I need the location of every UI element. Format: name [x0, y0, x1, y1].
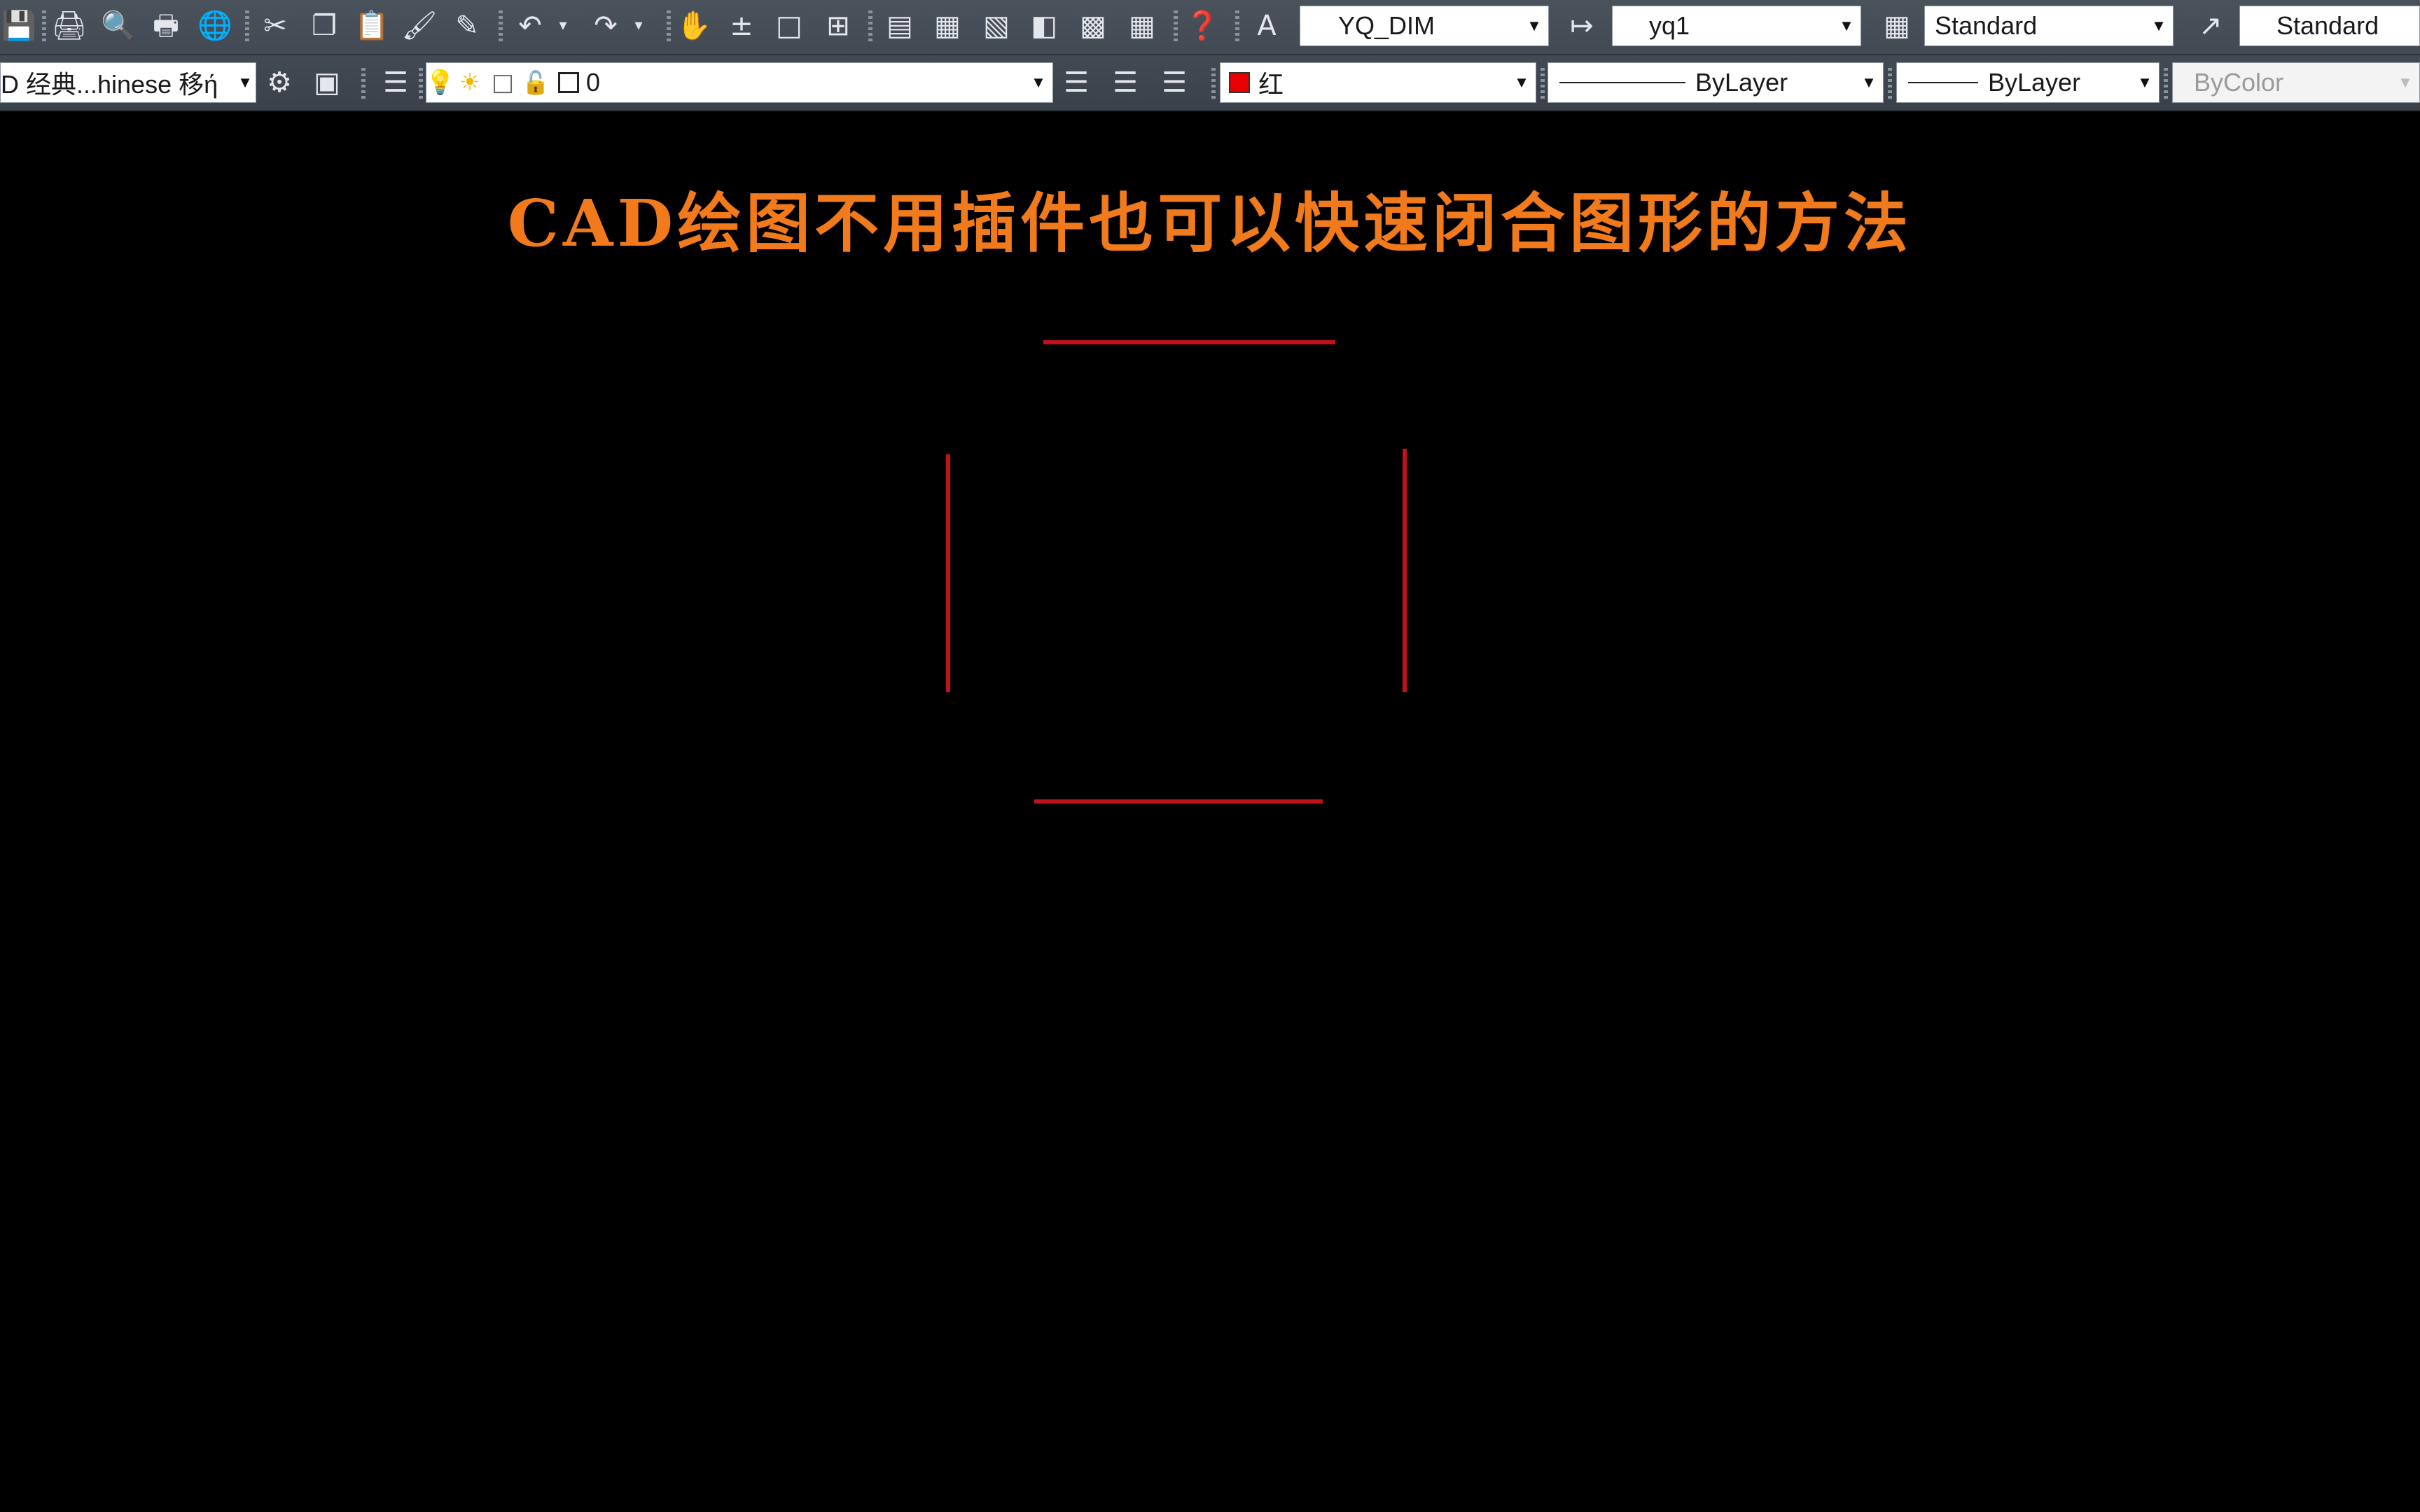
- lineweight-value: ByLayer: [1988, 68, 2081, 97]
- table-style-value: Standard: [1935, 11, 2038, 40]
- lock-icon[interactable]: 🔓: [520, 69, 551, 97]
- sun-icon[interactable]: ☀: [454, 69, 485, 97]
- workspace-cut-glyph: ή: [204, 70, 218, 99]
- plotstyle-dropdown: ByColor ▼: [2172, 62, 2420, 103]
- redo-dropdown-icon[interactable]: ▾: [629, 7, 648, 45]
- chevron-down-icon[interactable]: ▼: [1024, 63, 1052, 102]
- toolbar-grip[interactable]: [1235, 10, 1239, 43]
- chevron-down-icon[interactable]: ▼: [235, 63, 256, 102]
- text-style-dropdown[interactable]: YQ_DIM ▼: [1300, 6, 1549, 46]
- cut-icon[interactable]: ✂: [256, 7, 294, 45]
- customize-icon[interactable]: ▣: [308, 64, 346, 102]
- chevron-down-icon[interactable]: ▼: [2145, 6, 2173, 46]
- toolbar-grip[interactable]: [419, 68, 423, 100]
- chevron-down-icon[interactable]: ▼: [1520, 6, 1548, 46]
- dim-style-value: yq1: [1649, 11, 1690, 40]
- freeze-viewport-icon[interactable]: □: [485, 69, 520, 97]
- toolbar-separator: [2164, 68, 2168, 100]
- dim-style-icon[interactable]: ↦: [1563, 7, 1601, 45]
- lineweight-dropdown[interactable]: ByLayer ▼: [1896, 62, 2160, 103]
- toolbar-separator: [245, 10, 249, 43]
- workspace-settings-icon[interactable]: ⚙: [260, 64, 298, 102]
- drawing-canvas[interactable]: CAD绘图不用插件也可以快速闭合图形的方法: [0, 111, 2420, 1512]
- layer-properties-icon[interactable]: ☰: [377, 64, 415, 102]
- toolbar-grip[interactable]: [42, 10, 46, 43]
- linetype-dropdown[interactable]: ByLayer ▼: [1548, 62, 1884, 103]
- linetype-preview: [1559, 82, 1685, 83]
- pan-icon[interactable]: ✋: [675, 7, 713, 45]
- multileader-style-dropdown[interactable]: Standard: [2239, 6, 2420, 46]
- drawing-lines[interactable]: [0, 111, 2420, 1512]
- plotstyle-value: ByColor: [2194, 68, 2284, 97]
- text-style-value: YQ_DIM: [1338, 11, 1435, 40]
- block-editor-icon[interactable]: ✎: [448, 7, 486, 45]
- multileader-style-value: Standard: [2276, 11, 2379, 40]
- layer-color-swatch: [558, 72, 579, 93]
- table-style-dropdown[interactable]: Standard ▼: [1924, 6, 2174, 46]
- zoom-realtime-icon[interactable]: ±: [723, 7, 760, 45]
- linetype-value: ByLayer: [1695, 68, 1788, 97]
- save-icon[interactable]: 💾: [0, 7, 38, 45]
- zoom-previous-icon[interactable]: ⊞: [819, 7, 857, 45]
- print-preview-icon[interactable]: 🔍: [99, 7, 137, 45]
- layer-states-icon[interactable]: ☰: [1155, 64, 1193, 102]
- layers-properties-toolbar: D 经典...hinese 移ή ▼ ⚙ ▣ ☰ 💡 ☀ □ 🔓 0 ▼ ☰ ☰…: [0, 55, 2420, 110]
- multileader-style-icon[interactable]: ↗: [2192, 7, 2230, 45]
- copy-icon[interactable]: ❐: [305, 7, 343, 45]
- chevron-down-icon[interactable]: ▼: [1508, 63, 1536, 102]
- undo-dropdown-icon[interactable]: ▾: [553, 7, 573, 45]
- chevron-down-icon[interactable]: ▼: [1833, 6, 1861, 46]
- paste-icon[interactable]: 📋: [353, 7, 391, 45]
- match-properties-icon[interactable]: 🖌: [401, 7, 438, 45]
- layer-dropdown[interactable]: 💡 ☀ □ 🔓 0 ▼: [426, 62, 1053, 103]
- sheet-set-icon[interactable]: ◧: [1025, 7, 1063, 45]
- zoom-window-icon[interactable]: □: [770, 7, 808, 45]
- lineweight-preview: [1908, 82, 1978, 83]
- plot-icon[interactable]: 🖶: [147, 7, 185, 45]
- print-icon[interactable]: 🖨: [50, 7, 88, 45]
- toolbar-grip[interactable]: [361, 68, 366, 100]
- layer-previous-icon[interactable]: ☰: [1106, 64, 1144, 102]
- help-icon[interactable]: ❓: [1183, 7, 1221, 45]
- light-bulb-icon[interactable]: 💡: [426, 69, 455, 97]
- table-style-icon[interactable]: ▦: [1878, 7, 1916, 45]
- color-dropdown[interactable]: 红 ▼: [1220, 62, 1536, 103]
- workspace-dropdown[interactable]: D 经典...hinese 移ή ▼: [0, 62, 256, 103]
- toolbar-separator: [868, 10, 872, 43]
- text-style-icon[interactable]: A: [1248, 7, 1286, 45]
- color-swatch: [1229, 72, 1250, 93]
- color-value: 红: [1258, 70, 1284, 99]
- workspace-value: D 经典...hinese 移ή: [1, 64, 235, 101]
- chevron-down-icon: ▼: [2398, 74, 2413, 91]
- toolbar-area: 💾 🖨 🔍 🖶 🌐 ✂ ❐ 📋 🖌 ✎ ↶ ▾ ↷ ▾ ✋ ± □ ⊞ ▤ ▦ …: [0, 0, 2420, 111]
- undo-icon[interactable]: ↶: [511, 7, 549, 45]
- toolbar-separator: [667, 10, 671, 43]
- toolbar-grip[interactable]: [1211, 68, 1216, 100]
- quickcalc-icon[interactable]: ▦: [1123, 7, 1161, 45]
- toolbar-separator: [1888, 68, 1892, 100]
- toolbar-separator: [1541, 68, 1545, 100]
- redo-icon[interactable]: ↷: [587, 7, 625, 45]
- dim-style-dropdown[interactable]: yq1 ▼: [1612, 6, 1861, 46]
- markup-icon[interactable]: ▩: [1074, 7, 1112, 45]
- properties-icon[interactable]: ▤: [881, 7, 919, 45]
- tool-palettes-icon[interactable]: ▧: [978, 7, 1015, 45]
- workspace-text: D 经典...hinese 移: [1, 70, 204, 99]
- standard-toolbar: 💾 🖨 🔍 🖶 🌐 ✂ ❐ 📋 🖌 ✎ ↶ ▾ ↷ ▾ ✋ ± □ ⊞ ▤ ▦ …: [0, 0, 2420, 54]
- layer-value: 0: [586, 68, 601, 97]
- chevron-down-icon[interactable]: ▼: [2131, 63, 2159, 102]
- toolbar-separator: [499, 10, 503, 43]
- chevron-down-icon[interactable]: ▼: [1855, 63, 1883, 102]
- design-center-icon[interactable]: ▦: [929, 7, 966, 45]
- publish-icon[interactable]: 🌐: [196, 7, 234, 45]
- toolbar-separator: [1174, 10, 1178, 43]
- make-current-icon[interactable]: ☰: [1057, 64, 1095, 102]
